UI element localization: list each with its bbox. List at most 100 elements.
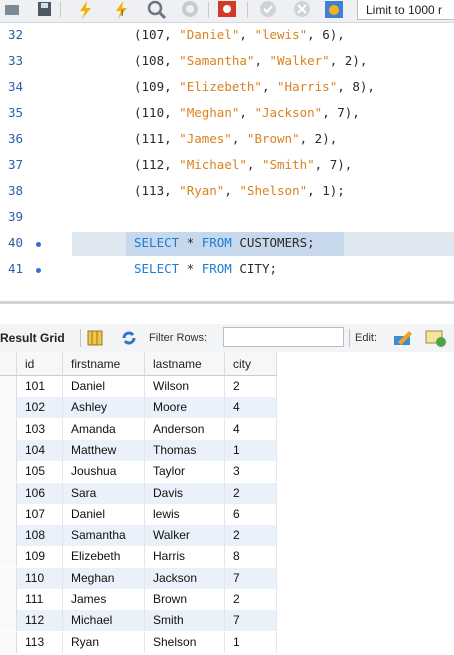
cell-city[interactable]: 6 <box>225 503 277 525</box>
cell-id[interactable]: 102 <box>17 397 63 419</box>
table-row[interactable]: 101 Daniel Wilson 2 <box>17 376 277 397</box>
column-header-lastname[interactable]: lastname <box>145 352 225 376</box>
execute-current-icon[interactable]: I <box>112 0 132 22</box>
cell-firstname[interactable]: Elizebeth <box>63 546 145 568</box>
cell-city[interactable]: 7 <box>225 567 277 589</box>
row-selector[interactable] <box>0 546 17 568</box>
cell-id[interactable]: 105 <box>17 461 63 483</box>
row-selector[interactable] <box>0 461 17 483</box>
row-selector[interactable] <box>0 589 17 610</box>
cell-lastname[interactable]: lewis <box>145 503 225 525</box>
row-selector[interactable] <box>0 631 17 653</box>
code-line[interactable]: 39 <box>0 205 454 231</box>
cell-id[interactable]: 104 <box>17 439 63 461</box>
cell-firstname[interactable]: Amanda <box>63 418 145 440</box>
cell-city[interactable]: 1 <box>225 439 277 461</box>
cell-id[interactable]: 112 <box>17 610 63 632</box>
table-row[interactable]: 108 Samantha Walker 2 <box>17 525 277 547</box>
toggle-output-icon[interactable] <box>216 0 238 22</box>
code-line[interactable]: 38 (113, "Ryan", "Shelson", 1); <box>0 179 454 205</box>
cell-city[interactable]: 4 <box>225 418 277 440</box>
cell-firstname[interactable]: Ashley <box>63 397 145 419</box>
cell-lastname[interactable]: Brown <box>145 589 225 610</box>
cell-id[interactable]: 109 <box>17 546 63 568</box>
cell-firstname[interactable]: Matthew <box>63 439 145 461</box>
row-selector[interactable] <box>0 503 17 525</box>
cell-id[interactable]: 106 <box>17 482 63 504</box>
cell-city[interactable]: 4 <box>225 397 277 419</box>
save-icon[interactable] <box>34 0 54 22</box>
row-selector[interactable] <box>0 418 17 440</box>
table-row[interactable]: 107 Daniel lewis 6 <box>17 503 277 525</box>
cell-lastname[interactable]: Jackson <box>145 567 225 589</box>
cell-lastname[interactable]: Davis <box>145 482 225 504</box>
cell-lastname[interactable]: Shelson <box>145 631 225 653</box>
row-selector[interactable] <box>0 610 17 632</box>
cell-id[interactable]: 113 <box>17 631 63 653</box>
result-grid-tab[interactable]: Result Grid <box>0 331 65 345</box>
row-selector[interactable] <box>0 376 17 397</box>
column-header-firstname[interactable]: firstname <box>63 352 145 376</box>
cell-firstname[interactable]: Sara <box>63 482 145 504</box>
add-row-icon[interactable] <box>424 328 446 352</box>
code-line[interactable]: 32 (107, "Daniel", "lewis", 6), <box>0 23 454 49</box>
cell-lastname[interactable]: Moore <box>145 397 225 419</box>
code-line[interactable]: 35 (110, "Meghan", "Jackson", 7), <box>0 101 454 127</box>
cell-firstname[interactable]: Ryan <box>63 631 145 653</box>
cell-lastname[interactable]: Smith <box>145 610 225 632</box>
cell-firstname[interactable]: Samantha <box>63 525 145 547</box>
table-row[interactable]: 103 Amanda Anderson 4 <box>17 418 277 440</box>
cell-lastname[interactable]: Taylor <box>145 461 225 483</box>
code-line[interactable]: 40 SELECT * FROM CUSTOMERS; <box>0 231 454 257</box>
cell-city[interactable]: 3 <box>225 461 277 483</box>
folder-icon[interactable] <box>2 0 22 22</box>
cell-firstname[interactable]: Daniel <box>63 376 145 397</box>
cell-id[interactable]: 110 <box>17 567 63 589</box>
table-row[interactable]: 105 Joushua Taylor 3 <box>17 461 277 483</box>
code-line[interactable]: 41 SELECT * FROM CITY; <box>0 257 454 283</box>
cell-firstname[interactable]: Daniel <box>63 503 145 525</box>
table-row[interactable]: 109 Elizebeth Harris 8 <box>17 546 277 568</box>
cell-firstname[interactable]: Michael <box>63 610 145 632</box>
cell-city[interactable]: 8 <box>225 546 277 568</box>
table-row[interactable]: 112 Michael Smith 7 <box>17 610 277 632</box>
panel-divider[interactable] <box>0 301 454 304</box>
table-row[interactable]: 106 Sara Davis 2 <box>17 482 277 504</box>
cell-city[interactable]: 2 <box>225 482 277 504</box>
cell-firstname[interactable]: James <box>63 589 145 610</box>
filter-rows-input[interactable] <box>223 327 344 347</box>
stop-icon[interactable] <box>180 0 200 22</box>
refresh-icon[interactable] <box>120 329 138 351</box>
row-selector[interactable] <box>0 525 17 547</box>
cell-lastname[interactable]: Wilson <box>145 376 225 397</box>
cell-city[interactable]: 2 <box>225 589 277 610</box>
sql-editor[interactable]: 32 (107, "Daniel", "lewis", 6), 33 (108, "S… <box>0 23 454 300</box>
column-header-id[interactable]: id <box>17 352 63 376</box>
row-selector[interactable] <box>0 482 17 504</box>
commit-icon[interactable] <box>257 0 279 22</box>
cell-lastname[interactable]: Harris <box>145 546 225 568</box>
code-line[interactable]: 33 (108, "Samantha", "Walker", 2), <box>0 49 454 75</box>
cell-id[interactable]: 107 <box>17 503 63 525</box>
cell-firstname[interactable]: Meghan <box>63 567 145 589</box>
rollback-icon[interactable] <box>291 0 313 22</box>
cell-city[interactable]: 1 <box>225 631 277 653</box>
cell-city[interactable]: 7 <box>225 610 277 632</box>
cell-city[interactable]: 2 <box>225 376 277 397</box>
cell-city[interactable]: 2 <box>225 525 277 547</box>
code-line[interactable]: 34 (109, "Elizebeth", "Harris", 8), <box>0 75 454 101</box>
cell-id[interactable]: 103 <box>17 418 63 440</box>
column-header-city[interactable]: city <box>225 352 277 376</box>
table-row[interactable]: 110 Meghan Jackson 7 <box>17 567 277 589</box>
cell-id[interactable]: 108 <box>17 525 63 547</box>
code-line[interactable]: 37 (112, "Michael", "Smith", 7), <box>0 153 454 179</box>
cell-lastname[interactable]: Anderson <box>145 418 225 440</box>
cell-lastname[interactable]: Walker <box>145 525 225 547</box>
edit-cell-icon[interactable] <box>392 328 414 352</box>
table-row[interactable]: 111 James Brown 2 <box>17 589 277 610</box>
cell-id[interactable]: 111 <box>17 589 63 610</box>
cell-firstname[interactable]: Joushua <box>63 461 145 483</box>
autocommit-icon[interactable] <box>323 0 345 22</box>
limit-rows-select[interactable]: Limit to 1000 r <box>357 0 454 20</box>
table-row[interactable]: 113 Ryan Shelson 1 <box>17 631 277 653</box>
